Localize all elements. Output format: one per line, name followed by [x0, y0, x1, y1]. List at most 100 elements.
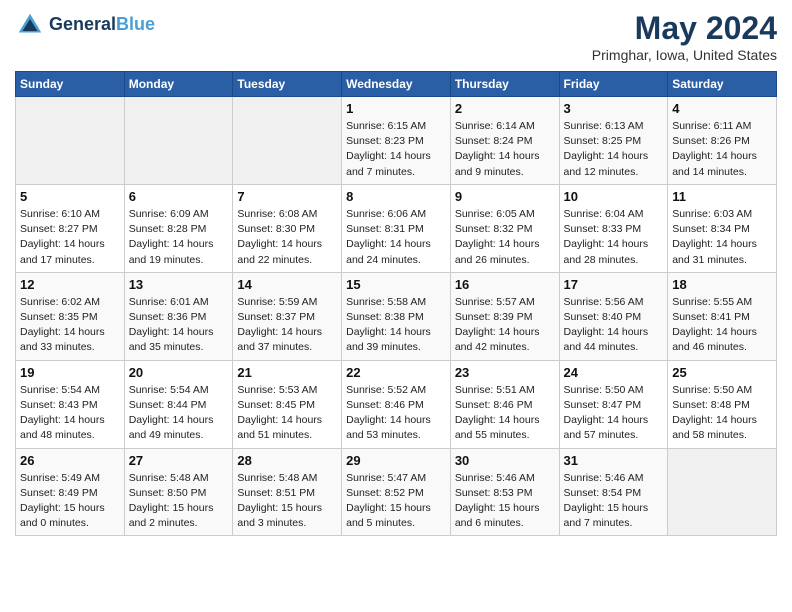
calendar-table: SundayMondayTuesdayWednesdayThursdayFrid… — [15, 71, 777, 536]
week-row-4: 19 Sunrise: 5:54 AM Sunset: 8:43 PM Dayli… — [16, 360, 777, 448]
day-number: 18 — [672, 277, 772, 292]
week-row-3: 12Sunrise: 6:02 AM Sunset: 8:35 PM Dayli… — [16, 272, 777, 360]
calendar-cell: 30 Sunrise: 5:46 AM Sunset: 8:53 PM Dayli… — [450, 448, 559, 536]
day-number: 14 — [237, 277, 337, 292]
day-info: Sunrise: 5:49 AM Sunset: 8:49 PM Dayligh… — [20, 471, 120, 532]
day-number: 24 — [564, 365, 664, 380]
title-block: May 2024 Primghar, Iowa, United States — [592, 10, 777, 63]
calendar-cell: 28Sunrise: 5:48 AM Sunset: 8:51 PM Dayli… — [233, 448, 342, 536]
day-info: Sunrise: 6:02 AM Sunset: 8:35 PM Dayligh… — [20, 295, 120, 356]
page-header: GeneralBlue May 2024 Primghar, Iowa, Uni… — [15, 10, 777, 63]
day-info: Sunrise: 5:59 AM Sunset: 8:37 PM Dayligh… — [237, 295, 337, 356]
day-number: 10 — [564, 189, 664, 204]
calendar-cell: 22 Sunrise: 5:52 AM Sunset: 8:46 PM Dayli… — [342, 360, 451, 448]
subtitle: Primghar, Iowa, United States — [592, 47, 777, 63]
calendar-cell: 1 Sunrise: 6:15 AM Sunset: 8:23 PM Daylig… — [342, 97, 451, 185]
calendar-cell — [233, 97, 342, 185]
day-number: 6 — [129, 189, 229, 204]
day-info: Sunrise: 5:50 AM Sunset: 8:48 PM Dayligh… — [672, 383, 772, 444]
day-info: Sunrise: 5:46 AM Sunset: 8:54 PM Dayligh… — [564, 471, 664, 532]
calendar-cell: 16Sunrise: 5:57 AM Sunset: 8:39 PM Dayli… — [450, 272, 559, 360]
calendar-cell: 12Sunrise: 6:02 AM Sunset: 8:35 PM Dayli… — [16, 272, 125, 360]
day-number: 15 — [346, 277, 446, 292]
day-info: Sunrise: 6:08 AM Sunset: 8:30 PM Dayligh… — [237, 207, 337, 268]
weekday-header-wednesday: Wednesday — [342, 72, 451, 97]
calendar-cell: 21 Sunrise: 5:53 AM Sunset: 8:45 PM Dayli… — [233, 360, 342, 448]
day-number: 4 — [672, 101, 772, 116]
day-number: 19 — [20, 365, 120, 380]
day-number: 26 — [20, 453, 120, 468]
calendar-cell: 15 Sunrise: 5:58 AM Sunset: 8:38 PM Dayli… — [342, 272, 451, 360]
calendar-cell: 4Sunrise: 6:11 AM Sunset: 8:26 PM Daylig… — [668, 97, 777, 185]
calendar-cell: 8 Sunrise: 6:06 AM Sunset: 8:31 PM Daylig… — [342, 184, 451, 272]
day-number: 31 — [564, 453, 664, 468]
calendar-cell: 9Sunrise: 6:05 AM Sunset: 8:32 PM Daylig… — [450, 184, 559, 272]
day-info: Sunrise: 6:13 AM Sunset: 8:25 PM Dayligh… — [564, 119, 664, 180]
day-number: 27 — [129, 453, 229, 468]
day-info: Sunrise: 6:01 AM Sunset: 8:36 PM Dayligh… — [129, 295, 229, 356]
calendar-cell: 23Sunrise: 5:51 AM Sunset: 8:46 PM Dayli… — [450, 360, 559, 448]
day-info: Sunrise: 6:03 AM Sunset: 8:34 PM Dayligh… — [672, 207, 772, 268]
calendar-cell: 18 Sunrise: 5:55 AM Sunset: 8:41 PM Dayli… — [668, 272, 777, 360]
day-number: 30 — [455, 453, 555, 468]
day-info: Sunrise: 5:54 AM Sunset: 8:43 PM Dayligh… — [20, 383, 120, 444]
calendar-cell: 13 Sunrise: 6:01 AM Sunset: 8:36 PM Dayli… — [124, 272, 233, 360]
day-number: 2 — [455, 101, 555, 116]
day-info: Sunrise: 6:05 AM Sunset: 8:32 PM Dayligh… — [455, 207, 555, 268]
calendar-cell: 27 Sunrise: 5:48 AM Sunset: 8:50 PM Dayli… — [124, 448, 233, 536]
day-info: Sunrise: 6:10 AM Sunset: 8:27 PM Dayligh… — [20, 207, 120, 268]
weekday-header-thursday: Thursday — [450, 72, 559, 97]
day-number: 7 — [237, 189, 337, 204]
logo-text: GeneralBlue — [49, 15, 155, 35]
day-info: Sunrise: 5:53 AM Sunset: 8:45 PM Dayligh… — [237, 383, 337, 444]
weekday-header-friday: Friday — [559, 72, 668, 97]
calendar-cell: 7 Sunrise: 6:08 AM Sunset: 8:30 PM Daylig… — [233, 184, 342, 272]
calendar-cell: 24 Sunrise: 5:50 AM Sunset: 8:47 PM Dayli… — [559, 360, 668, 448]
logo-icon — [15, 10, 45, 40]
day-info: Sunrise: 5:54 AM Sunset: 8:44 PM Dayligh… — [129, 383, 229, 444]
day-info: Sunrise: 5:56 AM Sunset: 8:40 PM Dayligh… — [564, 295, 664, 356]
main-title: May 2024 — [592, 10, 777, 47]
day-info: Sunrise: 6:09 AM Sunset: 8:28 PM Dayligh… — [129, 207, 229, 268]
day-info: Sunrise: 5:51 AM Sunset: 8:46 PM Dayligh… — [455, 383, 555, 444]
calendar-cell — [668, 448, 777, 536]
day-number: 1 — [346, 101, 446, 116]
logo: GeneralBlue — [15, 10, 155, 40]
day-info: Sunrise: 5:48 AM Sunset: 8:50 PM Dayligh… — [129, 471, 229, 532]
calendar-cell: 2Sunrise: 6:14 AM Sunset: 8:24 PM Daylig… — [450, 97, 559, 185]
weekday-header-row: SundayMondayTuesdayWednesdayThursdayFrid… — [16, 72, 777, 97]
day-info: Sunrise: 5:52 AM Sunset: 8:46 PM Dayligh… — [346, 383, 446, 444]
week-row-1: 1 Sunrise: 6:15 AM Sunset: 8:23 PM Daylig… — [16, 97, 777, 185]
day-number: 21 — [237, 365, 337, 380]
day-info: Sunrise: 6:15 AM Sunset: 8:23 PM Dayligh… — [346, 119, 446, 180]
calendar-cell: 20Sunrise: 5:54 AM Sunset: 8:44 PM Dayli… — [124, 360, 233, 448]
day-number: 13 — [129, 277, 229, 292]
day-info: Sunrise: 5:58 AM Sunset: 8:38 PM Dayligh… — [346, 295, 446, 356]
calendar-cell: 19 Sunrise: 5:54 AM Sunset: 8:43 PM Dayli… — [16, 360, 125, 448]
day-number: 17 — [564, 277, 664, 292]
day-info: Sunrise: 5:50 AM Sunset: 8:47 PM Dayligh… — [564, 383, 664, 444]
weekday-header-tuesday: Tuesday — [233, 72, 342, 97]
calendar-cell: 5 Sunrise: 6:10 AM Sunset: 8:27 PM Daylig… — [16, 184, 125, 272]
day-info: Sunrise: 5:57 AM Sunset: 8:39 PM Dayligh… — [455, 295, 555, 356]
weekday-header-saturday: Saturday — [668, 72, 777, 97]
calendar-cell: 11Sunrise: 6:03 AM Sunset: 8:34 PM Dayli… — [668, 184, 777, 272]
calendar-cell: 26 Sunrise: 5:49 AM Sunset: 8:49 PM Dayli… — [16, 448, 125, 536]
calendar-cell: 14 Sunrise: 5:59 AM Sunset: 8:37 PM Dayli… — [233, 272, 342, 360]
day-info: Sunrise: 5:47 AM Sunset: 8:52 PM Dayligh… — [346, 471, 446, 532]
calendar-cell: 6 Sunrise: 6:09 AM Sunset: 8:28 PM Daylig… — [124, 184, 233, 272]
day-number: 29 — [346, 453, 446, 468]
day-info: Sunrise: 5:48 AM Sunset: 8:51 PM Dayligh… — [237, 471, 337, 532]
day-info: Sunrise: 5:46 AM Sunset: 8:53 PM Dayligh… — [455, 471, 555, 532]
day-info: Sunrise: 6:06 AM Sunset: 8:31 PM Dayligh… — [346, 207, 446, 268]
calendar-cell: 10 Sunrise: 6:04 AM Sunset: 8:33 PM Dayli… — [559, 184, 668, 272]
day-info: Sunrise: 6:04 AM Sunset: 8:33 PM Dayligh… — [564, 207, 664, 268]
weekday-header-monday: Monday — [124, 72, 233, 97]
day-number: 5 — [20, 189, 120, 204]
day-number: 25 — [672, 365, 772, 380]
calendar-cell: 25 Sunrise: 5:50 AM Sunset: 8:48 PM Dayli… — [668, 360, 777, 448]
day-number: 8 — [346, 189, 446, 204]
day-number: 22 — [346, 365, 446, 380]
week-row-2: 5 Sunrise: 6:10 AM Sunset: 8:27 PM Daylig… — [16, 184, 777, 272]
day-info: Sunrise: 5:55 AM Sunset: 8:41 PM Dayligh… — [672, 295, 772, 356]
